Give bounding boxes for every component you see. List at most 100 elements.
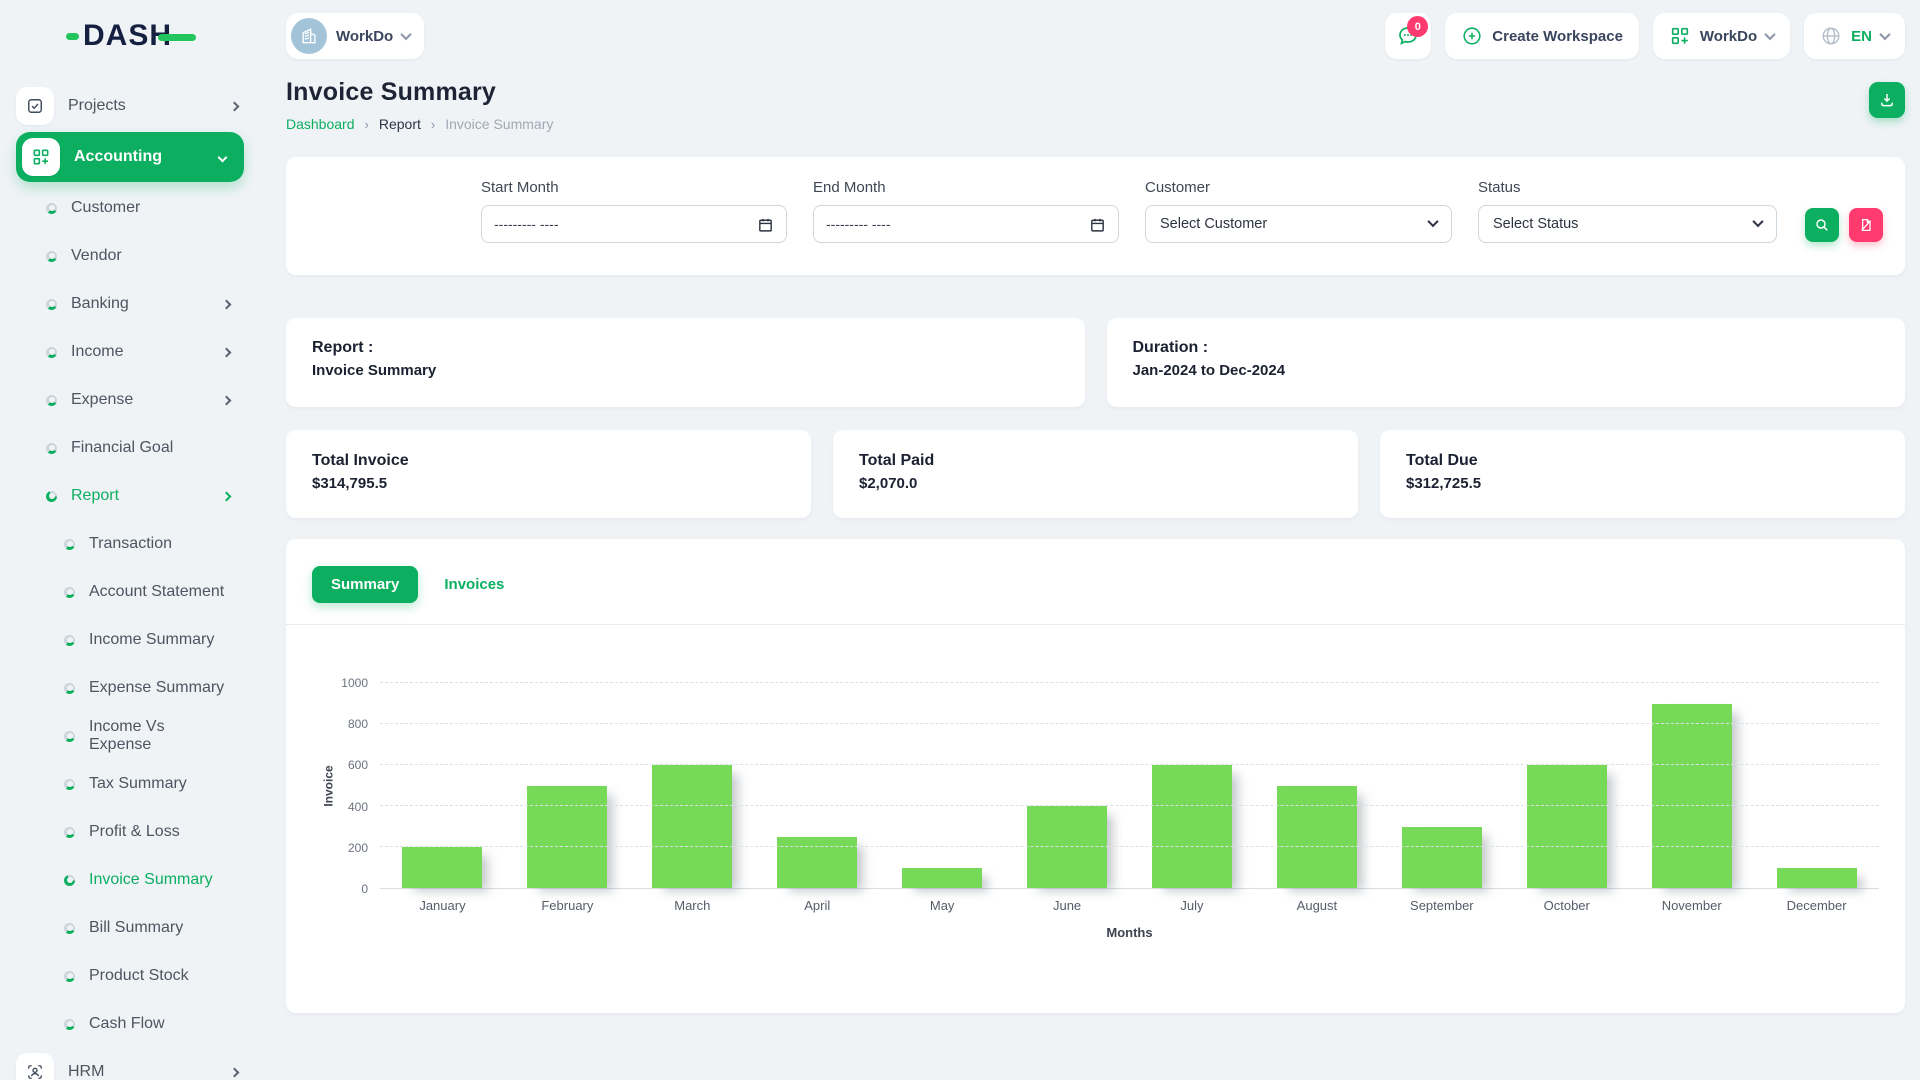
sidebar-item-financial-goal[interactable]: Financial Goal [0,424,260,472]
start-month-value[interactable] [494,216,757,232]
logo-bar-icon [158,34,196,41]
breadcrumb-report[interactable]: Report [379,116,421,132]
person-scan-icon [16,1053,54,1080]
sidebar-item-hrm[interactable]: HRM [0,1048,260,1080]
breadcrumb-current: Invoice Summary [445,116,553,132]
create-workspace-label: Create Workspace [1492,28,1623,45]
sidebar-item-income[interactable]: Income [0,328,260,376]
end-month-field-group: End Month [813,179,1119,243]
total-paid-label: Total Paid [859,452,1332,470]
reset-filter-button[interactable] [1849,208,1883,242]
sidebar-item-accounting[interactable]: Accounting [16,132,244,182]
workdo-menu-label: WorkDo [1700,28,1757,45]
total-paid-card: Total Paid $2,070.0 [833,430,1358,518]
sidebar-item-account-statement[interactable]: Account Statement [0,568,260,616]
divider [286,624,1905,625]
sidebar-item-income-summary[interactable]: Income Summary [0,616,260,664]
end-month-value[interactable] [826,216,1089,232]
sidebar-item-report[interactable]: Report [0,472,260,520]
sidebar-item-cash-flow[interactable]: Cash Flow [0,1000,260,1048]
tab-invoices[interactable]: Invoices [444,576,504,593]
chevron-right-icon [222,299,232,309]
end-month-input[interactable] [813,205,1119,243]
gridline [380,682,1879,683]
accounting-icon [22,138,60,176]
bar-cell [1504,683,1629,888]
breadcrumb-dashboard[interactable]: Dashboard [286,116,355,132]
checkbox-icon [16,87,54,125]
workspace-selector[interactable]: WorkDo [286,13,424,59]
bullet-icon [64,923,75,934]
sidebar-item-label: Product Stock [89,967,230,985]
bar-cell [1754,683,1879,888]
x-tick-label: July [1130,898,1255,913]
chevron-down-icon [1764,29,1775,40]
sidebar-item-label: Vendor [71,247,230,265]
start-month-input[interactable] [481,205,787,243]
total-due-value: $312,725.5 [1406,475,1879,492]
sidebar-item-income-vs-expense[interactable]: Income Vs Expense [0,712,260,760]
x-tick-label: April [755,898,880,913]
chevron-right-icon [230,1067,240,1077]
customer-field-group: Customer Select Customer [1145,179,1452,243]
sidebar-item-label: Income Summary [89,631,230,649]
sidebar-item-label: Cash Flow [89,1015,230,1033]
bar-october [1527,765,1607,888]
bullet-icon [64,827,75,838]
sidebar-item-label: Tax Summary [89,775,230,793]
bar-january [402,847,482,888]
language-selector[interactable]: EN [1804,13,1905,59]
bar-cell [1629,683,1754,888]
sidebar-item-vendor[interactable]: Vendor [0,232,260,280]
sidebar-item-projects[interactable]: Projects [0,82,260,130]
topbar-logo-zone: DASH [0,19,260,53]
bar-cell [1005,683,1130,888]
brand-logo[interactable]: DASH [66,19,196,53]
sidebar-item-label: Accounting [74,148,219,166]
chevron-right-icon [222,347,232,357]
sidebar-item-transaction[interactable]: Transaction [0,520,260,568]
sidebar-item-expense-summary[interactable]: Expense Summary [0,664,260,712]
customer-select[interactable]: Select Customer [1145,205,1452,243]
chevron-down-icon [218,152,228,162]
report-card: Report : Invoice Summary [286,318,1085,407]
bar-cell [380,683,505,888]
bar-february [527,786,607,889]
bullet-icon [46,347,57,358]
x-tick-label: January [380,898,505,913]
totals-row: Total Invoice $314,795.5 Total Paid $2,0… [286,430,1905,518]
filter-panel: Start Month End Month [286,157,1905,275]
start-month-label: Start Month [481,179,787,196]
sidebar-item-expense[interactable]: Expense [0,376,260,424]
chevron-down-icon [1427,215,1438,226]
sidebar-item-bill-summary[interactable]: Bill Summary [0,904,260,952]
gridline [380,764,1879,765]
filter-actions [1805,208,1883,242]
sidebar-item-banking[interactable]: Banking [0,280,260,328]
sidebar-item-profit-loss[interactable]: Profit & Loss [0,808,260,856]
y-tick-label: 400 [348,800,368,814]
customer-select-value: Select Customer [1160,216,1267,232]
status-select[interactable]: Select Status [1478,205,1777,243]
y-tick-label: 1000 [341,676,368,690]
workdo-menu-button[interactable]: WorkDo [1653,13,1790,59]
download-button[interactable] [1869,82,1905,118]
topbar: DASH WorkDo 0 [0,0,1920,72]
sidebar-item-tax-summary[interactable]: Tax Summary [0,760,260,808]
sidebar-item-invoice-summary[interactable]: Invoice Summary [0,856,260,904]
search-button[interactable] [1805,208,1839,242]
x-tick-label: March [630,898,755,913]
bar-cell [1379,683,1504,888]
chart-y-axis: Invoice 02004006008001000 [312,683,380,889]
sidebar-item-product-stock[interactable]: Product Stock [0,952,260,1000]
chart-x-labels: JanuaryFebruaryMarchAprilMayJuneJulyAugu… [380,898,1879,913]
sidebar-item-label: Account Statement [89,583,230,601]
total-due-card: Total Due $312,725.5 [1380,430,1905,518]
tab-summary[interactable]: Summary [312,566,418,603]
create-workspace-button[interactable]: Create Workspace [1445,13,1639,59]
sidebar-item-customer[interactable]: Customer [0,184,260,232]
gridline [380,723,1879,724]
messages-button[interactable]: 0 [1385,13,1431,59]
page-header: Invoice Summary Dashboard › Report › Inv… [286,78,1905,132]
duration-card: Duration : Jan-2024 to Dec-2024 [1107,318,1906,407]
